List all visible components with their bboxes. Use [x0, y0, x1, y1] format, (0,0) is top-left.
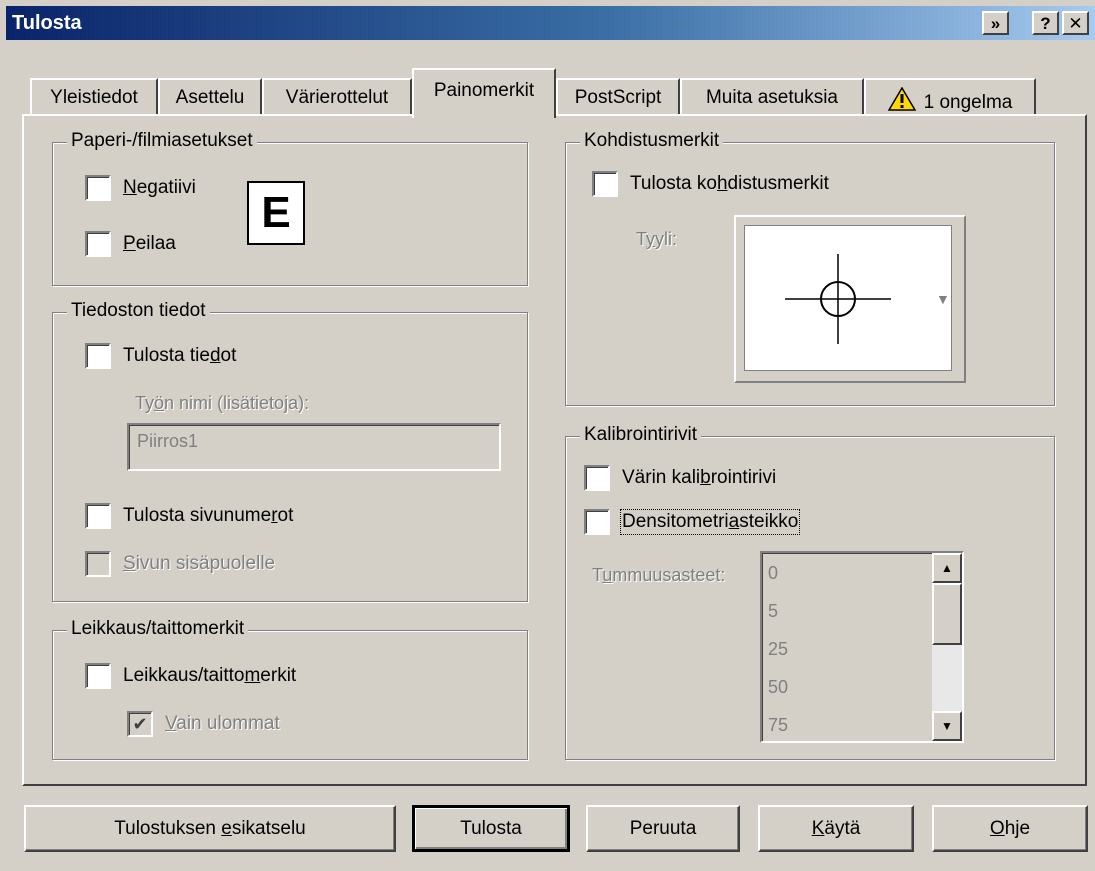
crop-marks-group: Leikkaus/taittomerkit Leikkaus/taittomer… [52, 618, 528, 760]
tab-varierottelut[interactable]: Värierottelut [262, 78, 412, 115]
checkbox-label: Leikkaus/taittomerkit [123, 665, 297, 686]
checkbox-box[interactable] [85, 343, 111, 369]
tab-ongelma[interactable]: 1 ongelma [864, 78, 1036, 115]
apply-button[interactable]: Käytä [758, 805, 914, 852]
tab-label: Painomerkit [433, 80, 535, 101]
checkbox-label: Densitometriasteikko [619, 509, 801, 535]
job-name-label: Työn nimi (lisätietoja): [135, 393, 310, 413]
button-label: Ohje [989, 817, 1031, 839]
list-item[interactable]: 25 [768, 639, 788, 660]
warning-icon [887, 87, 916, 111]
checkmark-icon: ✔ [132, 713, 148, 734]
checkbox-box[interactable] [85, 503, 111, 529]
checkbox-box[interactable] [584, 465, 610, 491]
double-arrow-icon: » [990, 13, 1001, 33]
arrow-up-icon: ▲ [941, 561, 953, 575]
tab-label: Värierottelut [285, 87, 389, 108]
page-numbers-checkbox[interactable]: Tulosta sivunumerot [85, 503, 293, 529]
button-label: Tulostuksen esikatselu [114, 817, 306, 839]
checkbox-label: Vain ulommat [165, 713, 280, 734]
style-dropdown-arrow-icon[interactable]: ▼ [936, 291, 950, 307]
style-label: Tyyli: [636, 229, 678, 249]
checkbox-box[interactable] [85, 551, 111, 577]
tab-muita-asetuksia[interactable]: Muita asetuksia [680, 78, 864, 115]
tab-label: Muita asetuksia [705, 87, 838, 108]
exterior-only-checkbox[interactable]: ✔ Vain ulommat [127, 711, 280, 737]
button-label: Käytä [811, 817, 861, 839]
print-registration-checkbox[interactable]: Tulosta kohdistusmerkit [592, 171, 829, 197]
checkbox-box[interactable] [592, 171, 618, 197]
close-button[interactable]: ✕ [1062, 11, 1089, 35]
help-title-button[interactable]: ? [1032, 11, 1059, 35]
mirror-checkbox[interactable]: Peilaa [85, 231, 176, 257]
calibration-bars-group: Kalibrointirivit Värin kalibrointirivi D… [565, 424, 1055, 760]
style-preview [744, 225, 952, 371]
print-preview-button[interactable]: Tulostuksen esikatselu [24, 805, 396, 852]
file-info-group: Tiedoston tiedot Tulosta tiedot Työn nim… [52, 300, 528, 602]
arrow-down-icon: ▼ [941, 719, 953, 733]
list-item[interactable]: 5 [768, 601, 778, 622]
checkbox-label: Sivun sisäpuolelle [123, 553, 276, 574]
registration-marks-group: Kohdistusmerkit Tulosta kohdistusmerkit … [565, 130, 1055, 406]
paper-settings-group: Paperi-/filmiasetukset Negatiivi Peilaa … [52, 130, 528, 286]
list-item[interactable]: 75 [768, 715, 788, 736]
page-preview-icon: E [247, 181, 305, 245]
print-info-checkbox[interactable]: Tulosta tiedot [85, 343, 236, 369]
checkbox-label: Tulosta sivunumerot [123, 505, 294, 526]
group-label: Kalibrointirivit [580, 424, 701, 446]
question-icon: ? [1040, 13, 1051, 33]
scroll-thumb[interactable] [932, 583, 962, 645]
checkbox-box[interactable] [85, 231, 111, 257]
tab-label: Yleistiedot [50, 87, 138, 108]
list-item[interactable]: 50 [768, 677, 788, 698]
checkbox-label: Värin kalibrointirivi [622, 467, 777, 488]
checkbox-label: Tulosta kohdistusmerkit [630, 173, 829, 194]
tab-painomerkit[interactable]: Painomerkit [412, 68, 556, 118]
close-icon: ✕ [1068, 13, 1083, 33]
densities-listbox[interactable]: 0 5 25 50 75 ▲ ▼ [760, 551, 964, 743]
checkbox-box[interactable] [85, 175, 111, 201]
preview-letter: E [261, 188, 291, 237]
checkbox-label: Tulosta tiedot [123, 345, 237, 366]
densities-label: Tummuusasteet: [592, 565, 726, 585]
job-name-input[interactable]: Piirros1 [127, 423, 501, 471]
style-picker[interactable] [734, 215, 966, 383]
checkbox-label: Peilaa [123, 233, 176, 254]
cancel-button[interactable]: Peruuta [586, 805, 740, 852]
scroll-down-button[interactable]: ▼ [932, 711, 962, 741]
inside-page-checkbox[interactable]: Sivun sisäpuolelle [85, 551, 275, 577]
window-title: Tulosta [12, 12, 82, 34]
color-calibration-checkbox[interactable]: Värin kalibrointirivi [584, 465, 776, 491]
input-value: Piirros1 [137, 431, 199, 451]
print-dialog: Tulosta » ? ✕ Yleistiedot Asettelu Värie… [0, 0, 1095, 871]
tab-yleistiedot[interactable]: Yleistiedot [30, 78, 158, 115]
registration-mark-icon [785, 254, 891, 344]
tab-label: PostScript [574, 87, 662, 108]
group-label: Kohdistusmerkit [580, 130, 724, 152]
group-label: Tiedoston tiedot [67, 300, 210, 322]
checkbox-box[interactable] [584, 509, 610, 535]
crop-marks-checkbox[interactable]: Leikkaus/taittomerkit [85, 663, 296, 689]
options-button[interactable]: » [982, 11, 1009, 35]
help-button[interactable]: Ohje [932, 805, 1088, 852]
tab-postscript[interactable]: PostScript [556, 78, 680, 115]
group-label: Paperi-/filmiasetukset [67, 130, 257, 152]
list-item[interactable]: 0 [768, 563, 778, 584]
tab-asettelu[interactable]: Asettelu [158, 78, 262, 115]
group-label: Leikkaus/taittomerkit [67, 618, 249, 640]
tab-label: Asettelu [175, 87, 245, 108]
scroll-up-button[interactable]: ▲ [932, 553, 962, 583]
button-label: Peruuta [629, 817, 697, 839]
densitometer-checkbox[interactable]: Densitometriasteikko [584, 509, 801, 535]
checkbox-box[interactable]: ✔ [127, 711, 153, 737]
densities-scrollbar[interactable]: ▲ ▼ [932, 553, 962, 741]
print-button[interactable]: Tulosta [412, 805, 570, 852]
negative-checkbox[interactable]: Negatiivi [85, 175, 196, 201]
checkbox-label: Negatiivi [123, 177, 196, 198]
button-label: Tulosta [460, 817, 522, 839]
tab-label: 1 ongelma [923, 92, 1013, 113]
checkbox-box[interactable] [85, 663, 111, 689]
title-bar[interactable]: Tulosta » ? ✕ [6, 6, 1095, 40]
